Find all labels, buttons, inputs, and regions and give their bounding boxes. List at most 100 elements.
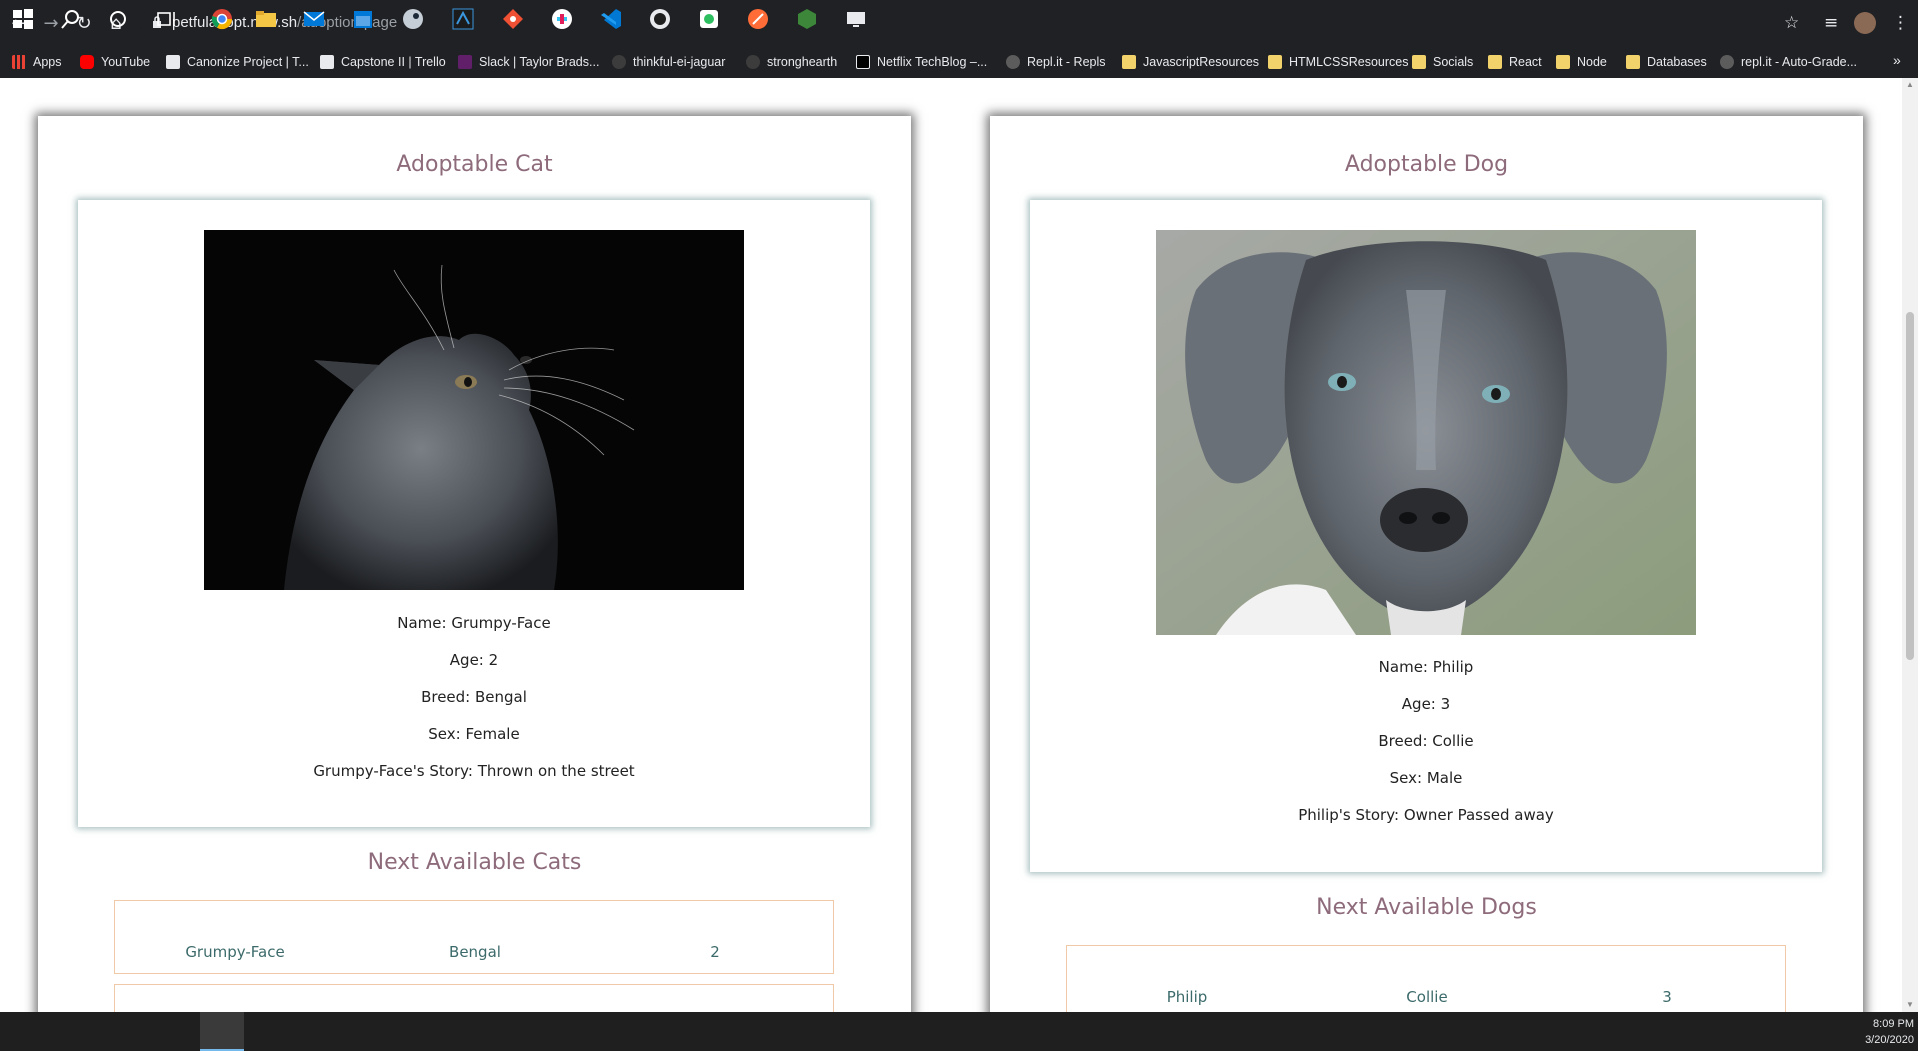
bookmark-label: React bbox=[1509, 55, 1542, 69]
monitor-app-icon[interactable] bbox=[845, 8, 867, 30]
bookmark-js-resources[interactable]: JavascriptResources bbox=[1122, 55, 1259, 69]
bookmark-socials[interactable]: Socials bbox=[1412, 55, 1473, 69]
apps-grid-icon bbox=[12, 55, 26, 69]
search-icon[interactable] bbox=[60, 8, 82, 30]
bookmark-databases[interactable]: Databases bbox=[1626, 55, 1707, 69]
next-dog-name: Philip bbox=[1166, 988, 1208, 1006]
mail-icon[interactable] bbox=[303, 8, 325, 30]
bookmark-netflix[interactable]: Netflix TechBlog –... bbox=[856, 55, 987, 69]
bookmark-label: Socials bbox=[1433, 55, 1474, 69]
bookmark-replit-autograde[interactable]: repl.it - Auto-Grade... bbox=[1720, 55, 1857, 69]
bookmark-label: Netflix TechBlog –... bbox=[877, 55, 988, 69]
replit-icon bbox=[1720, 55, 1734, 69]
dog-panel-title: Adoptable Dog bbox=[1344, 152, 1509, 177]
bookmark-label: Capstone II | Trello bbox=[341, 55, 446, 69]
bookmark-canonize[interactable]: Canonize Project | T... bbox=[166, 55, 309, 69]
bookmark-capstone[interactable]: Capstone II | Trello bbox=[320, 55, 446, 69]
cat-panel: Adoptable Cat Name: Grumpy-Face Age: 2 B… bbox=[38, 116, 911, 1046]
next-dog-row[interactable]: Philip Collie 3 bbox=[1066, 945, 1786, 1019]
bookmark-react[interactable]: React bbox=[1488, 55, 1542, 69]
github-icon bbox=[612, 55, 626, 69]
dog-age: Age: 3 bbox=[1401, 695, 1451, 713]
bookmark-replit[interactable]: Repl.it - Repls bbox=[1006, 55, 1106, 69]
url-host: petfuladopt.now.sh bbox=[172, 14, 298, 31]
bookmark-label: repl.it - Auto-Grade... bbox=[1741, 55, 1858, 69]
folder-icon bbox=[1626, 55, 1640, 69]
next-dogs-title: Next Available Dogs bbox=[1316, 895, 1537, 920]
steam-icon[interactable] bbox=[402, 8, 424, 30]
cat-age: Age: 2 bbox=[449, 651, 499, 669]
azure-data-studio-icon[interactable] bbox=[452, 8, 474, 30]
scrollbar-thumb[interactable] bbox=[1906, 312, 1914, 660]
postman-icon[interactable] bbox=[747, 8, 769, 30]
bookmark-label: YouTube bbox=[101, 55, 151, 69]
folder-icon bbox=[1556, 55, 1570, 69]
profile-avatar[interactable] bbox=[1854, 12, 1876, 34]
next-cat-row[interactable]: Grumpy-Face Bengal 2 bbox=[114, 900, 834, 974]
folder-icon bbox=[1122, 55, 1136, 69]
medium-icon bbox=[856, 55, 870, 69]
bookmark-apps[interactable]: Apps bbox=[12, 55, 62, 69]
dog-photo bbox=[1156, 230, 1696, 635]
media-queue-icon[interactable]: ≡ bbox=[1824, 13, 1838, 33]
bookmark-youtube[interactable]: YouTube bbox=[80, 55, 150, 69]
bookmark-label: thinkful-ei-jaguar bbox=[633, 55, 726, 69]
slack-app-icon[interactable] bbox=[551, 8, 573, 30]
github-icon bbox=[746, 55, 760, 69]
bookmark-htmlcss-resources[interactable]: HTMLCSSResources bbox=[1268, 55, 1408, 69]
replit-icon bbox=[1006, 55, 1020, 69]
bookmark-label: Canonize Project | T... bbox=[187, 55, 309, 69]
next-cat-breed: Bengal bbox=[449, 943, 501, 961]
bookmark-label: HTMLCSSResources bbox=[1289, 55, 1409, 69]
calendar-icon[interactable] bbox=[352, 8, 374, 30]
cat-name: Name: Grumpy-Face bbox=[397, 614, 551, 632]
dog-sex: Sex: Male bbox=[1389, 769, 1463, 787]
next-cats-title: Next Available Cats bbox=[367, 850, 582, 875]
dog-name: Name: Philip bbox=[1378, 658, 1474, 676]
next-dog-breed: Collie bbox=[1406, 988, 1448, 1006]
active-app-highlight bbox=[200, 1012, 244, 1051]
folder-icon bbox=[1488, 55, 1502, 69]
bookmark-stronghearth[interactable]: stronghearth bbox=[746, 55, 837, 69]
bookmark-label: JavascriptResources bbox=[1143, 55, 1260, 69]
next-cat-name: Grumpy-Face bbox=[185, 943, 285, 961]
scroll-down-icon[interactable]: ▼ bbox=[1905, 1000, 1915, 1010]
windows-taskbar bbox=[0, 1012, 1918, 1051]
bookmark-node[interactable]: Node bbox=[1556, 55, 1607, 69]
cat-card: Name: Grumpy-Face Age: 2 Breed: Bengal S… bbox=[78, 200, 870, 827]
bookmark-label: Apps bbox=[33, 55, 62, 69]
bookmark-label: Node bbox=[1577, 55, 1607, 69]
github-desktop-icon[interactable] bbox=[649, 8, 671, 30]
file-explorer-icon[interactable] bbox=[255, 8, 277, 30]
bookmark-star-icon[interactable]: ☆ bbox=[1784, 13, 1799, 33]
slack-icon bbox=[458, 55, 472, 69]
gitkraken-icon[interactable] bbox=[502, 8, 524, 30]
cat-story: Grumpy-Face's Story: Thrown on the stree… bbox=[313, 762, 635, 780]
folder-icon bbox=[1268, 55, 1282, 69]
clock-time: 8:09 PM bbox=[1873, 1018, 1914, 1030]
trello-icon bbox=[166, 55, 180, 69]
forward-arrow-icon[interactable]: → bbox=[40, 13, 62, 35]
vscode-icon[interactable] bbox=[600, 8, 622, 30]
scroll-up-icon[interactable]: ▲ bbox=[1905, 80, 1915, 90]
next-cat-age: 2 bbox=[710, 943, 720, 961]
cat-photo bbox=[204, 230, 744, 590]
cortana-icon[interactable] bbox=[107, 8, 129, 30]
bookmark-label: Slack | Taylor Brads... bbox=[479, 55, 600, 69]
cat-sex: Sex: Female bbox=[428, 725, 520, 743]
menu-dots-icon[interactable]: ⋮ bbox=[1892, 13, 1909, 33]
bookmark-slack[interactable]: Slack | Taylor Brads... bbox=[458, 55, 599, 69]
next-dog-age: 3 bbox=[1662, 988, 1672, 1006]
windows-start-icon[interactable] bbox=[12, 8, 34, 30]
evernote-icon[interactable] bbox=[698, 8, 720, 30]
bookmarks-overflow-icon[interactable]: » bbox=[1893, 52, 1901, 68]
bookmark-label: Databases bbox=[1647, 55, 1707, 69]
dog-story: Philip's Story: Owner Passed away bbox=[1298, 806, 1554, 824]
bookmark-label: Repl.it - Repls bbox=[1027, 55, 1106, 69]
task-view-icon[interactable] bbox=[156, 8, 178, 30]
system-clock[interactable]: 8:09 PM 3/20/2020 bbox=[1850, 1016, 1914, 1048]
nodejs-icon[interactable] bbox=[796, 8, 818, 30]
dog-card: Name: Philip Age: 3 Breed: Collie Sex: M… bbox=[1030, 200, 1822, 872]
chrome-icon[interactable] bbox=[211, 8, 233, 30]
bookmark-thinkful[interactable]: thinkful-ei-jaguar bbox=[612, 55, 725, 69]
